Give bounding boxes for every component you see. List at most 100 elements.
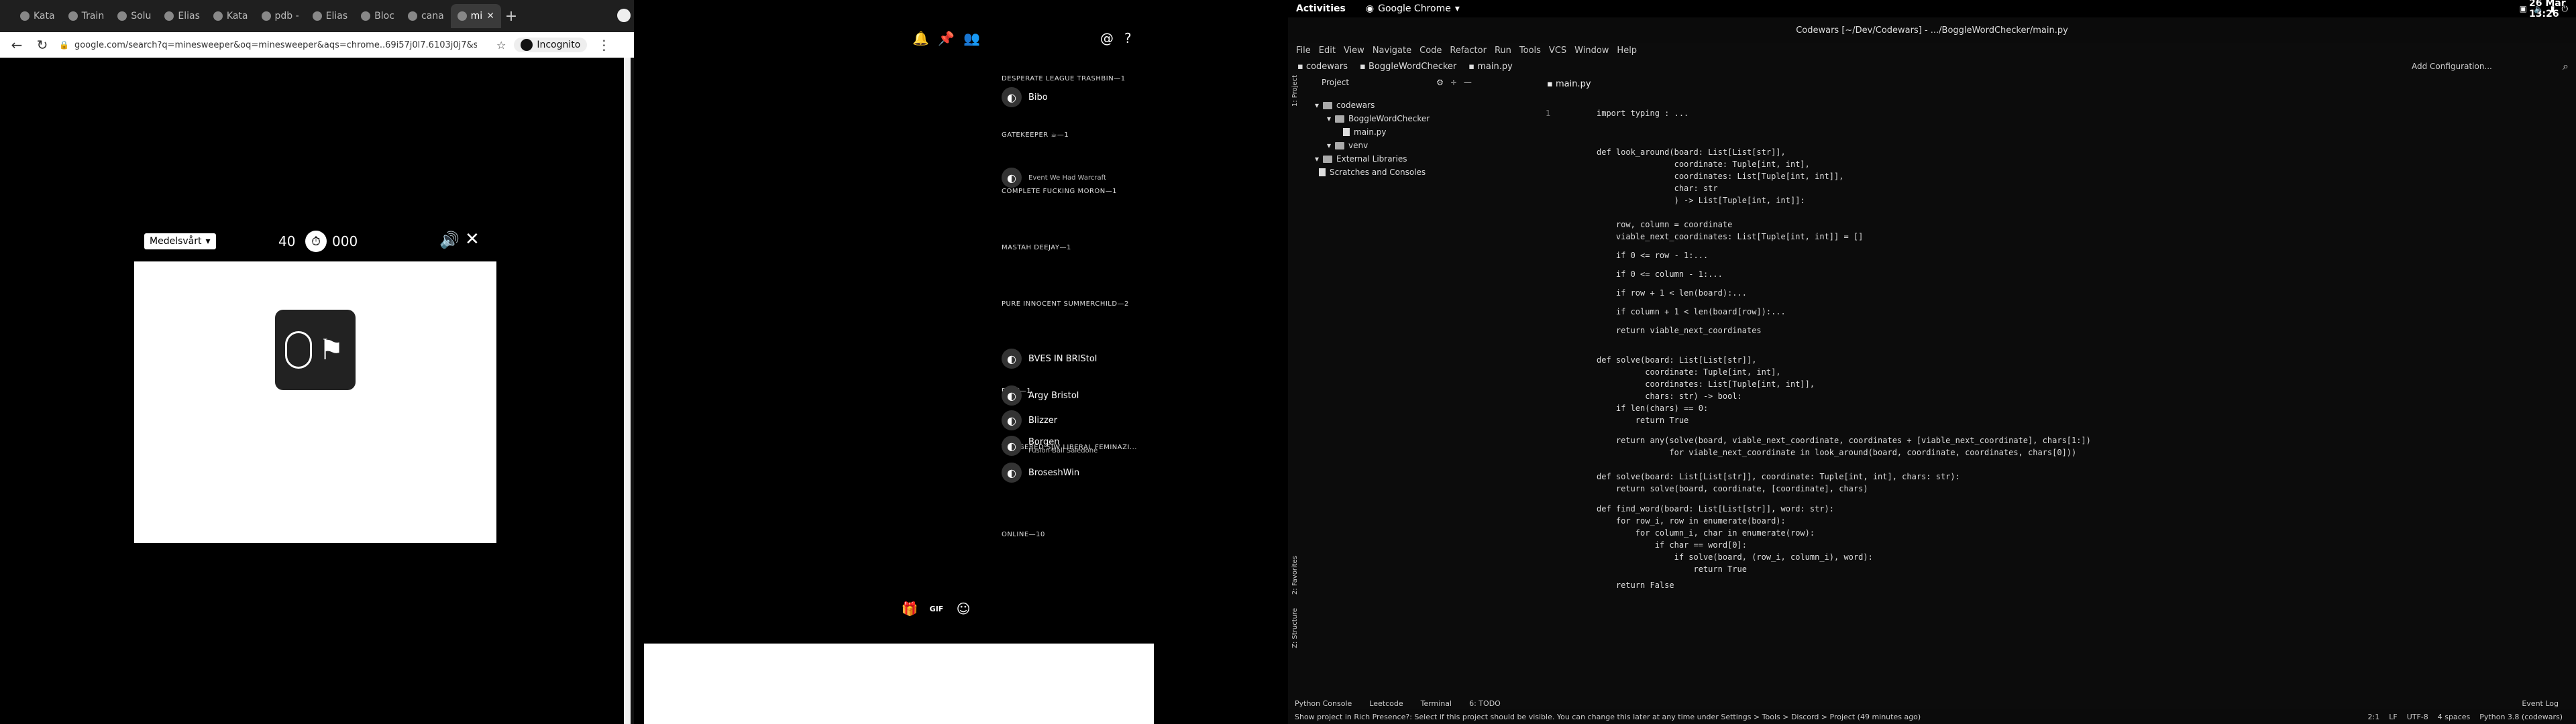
member-status: Fusion Ball Saledone [1028, 447, 1098, 455]
browser-tab[interactable]: mi ✕ [450, 4, 501, 28]
incognito-indicator[interactable]: Incognito [514, 38, 588, 52]
menu-item[interactable]: Code [1419, 46, 1442, 56]
code-line: def solve(board: List[List[str]], coordi… [1597, 472, 1960, 481]
new-tab-button[interactable]: + [501, 6, 521, 26]
member-item[interactable]: ◐ Bibo [1002, 87, 1048, 107]
menu-item[interactable]: Run [1495, 46, 1511, 56]
side-tool-button[interactable]: 1: Project [1291, 75, 1299, 107]
breadcrumb-label: main.py [1477, 61, 1513, 72]
favicon-icon [213, 11, 223, 21]
tool-window-button[interactable]: Leetcode [1369, 699, 1403, 708]
ide-menu-bar: File Edit View Navigate Code Refactor Run Tools… [1288, 43, 2576, 58]
tool-window-button[interactable]: Python Console [1295, 699, 1352, 708]
gear-icon[interactable]: ⚙ [1436, 78, 1444, 87]
reload-icon[interactable]: ↻ [34, 37, 51, 53]
member-item[interactable]: ◐ BVES IN BRIStol [1002, 349, 1097, 369]
gif-icon[interactable]: GIF [928, 600, 945, 617]
status-item[interactable]: UTF-8 [2407, 713, 2428, 721]
menu-item[interactable]: Navigate [1373, 46, 1411, 56]
add-configuration-button[interactable]: Add Configuration... [2412, 62, 2492, 71]
member-item[interactable]: ◐ Argy Bristol [1002, 385, 1079, 406]
address-bar[interactable]: 🔒 google.com/search?q=minesweeper&oq=min… [59, 36, 488, 54]
event-log-button[interactable]: Event Log [2522, 699, 2559, 708]
menu-item[interactable]: Window [1574, 46, 1609, 56]
breadcrumb-item[interactable]: ▪ main.py [1468, 62, 1513, 72]
browser-tab[interactable]: Train [62, 4, 111, 28]
menu-item[interactable]: VCS [1549, 46, 1566, 56]
mention-icon[interactable]: @ [1100, 30, 1114, 46]
member-category: ONLINE—10 [1002, 531, 1045, 538]
tree-item[interactable]: ▾ External Libraries [1315, 154, 1407, 164]
chrome-menu-icon[interactable]: ⋮ [595, 37, 612, 53]
gift-icon[interactable]: 🎁 [901, 600, 918, 617]
code-line: return solve(board, coordinate, [coordin… [1597, 484, 1868, 493]
code-line: if column + 1 < len(board[row]):... [1597, 307, 1786, 316]
back-icon[interactable]: ← [8, 37, 25, 53]
tree-item[interactable]: ▾ BoggleWordChecker [1327, 114, 1430, 123]
close-tab-icon[interactable]: ✕ [486, 11, 494, 21]
scrollbar[interactable] [624, 58, 631, 724]
menu-item[interactable]: Tools [1519, 46, 1541, 56]
member-name: BVES IN BRIStol [1028, 353, 1097, 364]
browser-tab[interactable]: Kata [207, 4, 255, 28]
minesweeper-board[interactable] [134, 261, 496, 543]
bell-icon[interactable]: 🔔 [912, 30, 929, 46]
menu-item[interactable]: View [1344, 46, 1364, 56]
status-right: 2:1 LF UTF-8 4 spaces Python 3.8 (codewars) [2368, 713, 2563, 721]
member-item[interactable]: ◐ Borgen Fusion Ball Saledone [1002, 436, 1097, 456]
activities-button[interactable]: Activities [1296, 3, 1346, 14]
project-label[interactable]: Project [1322, 78, 1349, 87]
editor[interactable]: ▪ main.py 1 import typing : ... def look_… [1543, 75, 2576, 692]
tab-label: pdb - [274, 11, 299, 21]
minesweeper-start-icon[interactable]: ⚑ [275, 310, 356, 390]
members-icon[interactable]: 👥 [963, 30, 980, 46]
status-item[interactable]: LF [2389, 713, 2397, 721]
difficulty-select[interactable]: Medelsvårt ▾ [144, 233, 216, 249]
member-item[interactable]: ◐ Event We Had Warcraft [1002, 168, 1106, 188]
status-item[interactable]: 2:1 [2368, 713, 2380, 721]
tree-item[interactable]: ▾ venv [1327, 141, 1368, 150]
side-tool-button[interactable]: 2: Favorites [1291, 556, 1299, 595]
browser-tab[interactable]: pdb - [255, 4, 306, 28]
close-icon[interactable]: ✕ [465, 229, 480, 249]
breadcrumb-item[interactable]: ▪ BoggleWordChecker [1360, 62, 1456, 72]
tree-item[interactable]: main.py [1339, 127, 1387, 137]
help-icon[interactable]: ? [1124, 30, 1132, 46]
code-line: return True [1597, 416, 1689, 425]
menu-item[interactable]: Edit [1319, 46, 1336, 56]
system-tray[interactable]: ▣ 🔈 ▮ ⏻ [2520, 4, 2568, 14]
menu-item[interactable]: File [1296, 46, 1311, 56]
browser-tab[interactable]: Bloc [354, 4, 401, 28]
status-message[interactable]: Show project in Rich Presence?: Select i… [1295, 713, 1921, 721]
collapse-icon[interactable]: ÷ [1450, 78, 1457, 87]
member-item[interactable]: ◐ Blizzer [1002, 410, 1057, 430]
browser-tab[interactable]: cana [401, 4, 451, 28]
tree-item[interactable]: Scratches and Consoles [1315, 168, 1426, 177]
breadcrumb-item[interactable]: ▪ codewars [1297, 62, 1348, 72]
app-menu[interactable]: ◉ Google Chrome ▾ [1366, 3, 1460, 14]
status-item[interactable]: Python 3.8 (codewars) [2479, 713, 2563, 721]
tool-window-button[interactable]: 6: TODO [1469, 699, 1501, 708]
browser-tab[interactable]: Solu [111, 4, 158, 28]
browser-tab[interactable]: Elias [158, 4, 207, 28]
sound-icon[interactable]: 🔊 [439, 231, 460, 249]
browser-tab[interactable]: Elias [306, 4, 355, 28]
window-control-icon[interactable] [617, 9, 631, 22]
menu-item[interactable]: Refactor [1450, 46, 1487, 56]
emoji-icon[interactable]: ☺ [955, 600, 972, 617]
tab-strip: Kata Train Solu Elias Kata pdb - Elias Bloc cana… [0, 0, 634, 32]
tool-window-button[interactable]: Terminal [1421, 699, 1452, 708]
file-icon [1343, 128, 1350, 136]
editor-tab[interactable]: ▪ main.py [1547, 79, 1591, 89]
search-icon[interactable]: ⌕ [2563, 60, 2569, 73]
folder-icon [1335, 115, 1345, 123]
browser-tab[interactable]: Kata [13, 4, 62, 28]
status-item[interactable]: 4 spaces [2438, 713, 2471, 721]
menu-item[interactable]: Help [1617, 46, 1637, 56]
side-tool-button[interactable]: Z: Structure [1291, 608, 1299, 648]
tree-item[interactable]: ▾ codewars [1315, 101, 1375, 110]
member-item[interactable]: ◐ BroseshWin [1002, 463, 1079, 483]
minimize-icon[interactable]: — [1464, 78, 1472, 87]
pin-icon[interactable]: 📌 [938, 30, 955, 46]
star-icon[interactable]: ☆ [496, 39, 506, 52]
